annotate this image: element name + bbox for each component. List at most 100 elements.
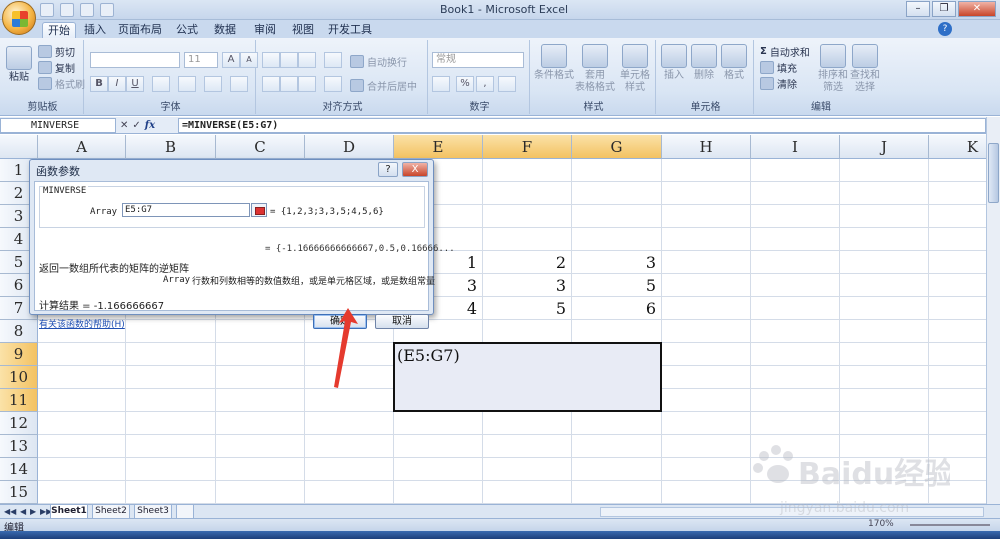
restore-button[interactable]: ❐ [932,1,956,17]
format-painter-button[interactable]: 格式刷 [38,76,85,91]
selected-range[interactable]: (E5:G7) [393,342,662,412]
redo-icon[interactable] [80,3,94,17]
name-box[interactable]: MINVERSE [0,118,116,133]
row-header-12[interactable]: 12 [0,412,38,435]
dialog-help-button[interactable]: ? [378,162,398,177]
font-size-combo[interactable]: 11 [184,52,218,68]
autosum-button[interactable]: Σ 自动求和 [760,44,810,59]
align-middle-icon[interactable] [280,52,298,68]
column-header-h[interactable]: H [662,135,751,159]
tab-formulas[interactable]: 公式 [172,22,202,38]
cell-g6[interactable]: 5 [572,276,656,299]
sort-filter-button[interactable]: 排序和 筛选 [818,44,848,94]
row-header-15[interactable]: 15 [0,481,38,504]
function-help-link[interactable]: 有关该函数的帮助(H) [39,317,125,330]
tab-view[interactable]: 视图 [288,22,318,38]
comma-button[interactable]: , [476,76,494,92]
grow-font-button[interactable]: A [222,52,240,68]
column-header-d[interactable]: D [305,135,394,159]
cell-f6[interactable]: 3 [483,276,566,299]
scroll-thumb[interactable] [988,143,999,203]
number-format-combo[interactable]: 常规 [432,52,524,68]
currency-icon[interactable] [432,76,450,92]
tab-developer[interactable]: 开发工具 [328,22,372,38]
tab-review[interactable]: 审阅 [250,22,280,38]
row-header-14[interactable]: 14 [0,458,38,481]
borders-icon[interactable] [152,76,170,92]
column-header-e[interactable]: E [394,135,483,159]
zoom-slider[interactable] [910,524,990,526]
underline-button[interactable]: U [126,76,144,92]
tab-data[interactable]: 数据 [210,22,240,38]
indent-icon[interactable] [324,76,342,92]
cut-button[interactable]: 剪切 [38,44,75,59]
percent-button[interactable]: % [456,76,474,92]
format-table-button[interactable]: 套用 表格格式 [574,44,616,94]
select-all-corner[interactable] [0,135,38,159]
column-header-j[interactable]: J [840,135,929,159]
orientation-icon[interactable] [324,52,342,68]
column-header-c[interactable]: C [216,135,305,159]
formula-input[interactable]: =MINVERSE(E5:G7) [178,118,986,133]
fill-color-icon[interactable] [178,76,196,92]
align-left-icon[interactable] [262,76,280,92]
office-button[interactable] [2,1,36,35]
find-select-button[interactable]: 查找和 选择 [850,44,880,94]
cell-g5[interactable]: 3 [572,253,656,276]
row-header-11[interactable]: 11 [0,389,38,412]
column-header-a[interactable]: A [38,135,126,159]
tab-home[interactable]: 开始 [42,22,76,38]
vertical-scrollbar[interactable] [986,117,1000,504]
shrink-font-button[interactable]: A [240,52,258,68]
align-right-icon[interactable] [298,76,316,92]
column-header-g[interactable]: G [572,135,662,159]
enter-icon[interactable]: ✓ [132,120,140,131]
insert-sheet-icon[interactable] [176,505,194,519]
row-header-13[interactable]: 13 [0,435,38,458]
tab-insert[interactable]: 插入 [80,22,110,38]
row-header-10[interactable]: 10 [0,366,38,389]
tab-page-layout[interactable]: 页面布局 [115,22,165,38]
cancel-icon[interactable]: ✕ [120,120,128,131]
font-color-icon[interactable] [204,76,222,92]
customize-qat-icon[interactable] [100,3,114,17]
minimize-button[interactable]: – [906,1,930,17]
font-name-combo[interactable] [90,52,180,68]
align-bottom-icon[interactable] [298,52,316,68]
bold-button[interactable]: B [90,76,108,92]
undo-icon[interactable] [60,3,74,17]
decimal-icon[interactable] [498,76,516,92]
row-header-9[interactable]: 9 [0,343,38,366]
wrap-text-button[interactable]: 自动换行 [350,54,407,69]
format-cells-button[interactable]: 格式 [720,44,748,82]
column-header-f[interactable]: F [483,135,572,159]
copy-button[interactable]: 复制 [38,60,75,75]
sheet-tab-2[interactable]: Sheet2 [92,505,130,519]
first-sheet-icon[interactable]: ◀◀ [4,507,16,516]
close-button[interactable]: ✕ [958,1,996,17]
row-header-8[interactable]: 8 [0,320,38,343]
sheet-tab-3[interactable]: Sheet3 [134,505,172,519]
align-center-icon[interactable] [280,76,298,92]
collapse-dialog-button[interactable] [251,203,267,217]
cancel-button[interactable]: 取消 [375,314,429,329]
column-header-b[interactable]: B [126,135,216,159]
insert-cells-button[interactable]: 插入 [660,44,688,82]
prev-sheet-icon[interactable]: ◀ [20,507,26,516]
delete-cells-button[interactable]: 删除 [690,44,718,82]
array-input[interactable]: E5:G7 [122,203,250,217]
italic-button[interactable]: I [108,76,126,92]
conditional-format-button[interactable]: 条件格式 [534,44,574,82]
help-icon[interactable]: ? [938,22,952,36]
insert-function-icon[interactable]: fx [145,120,155,131]
merge-center-button[interactable]: 合并后居中 [350,78,417,93]
cell-g7[interactable]: 6 [572,299,656,322]
paste-button[interactable]: 粘贴 [4,46,34,84]
column-header-i[interactable]: I [751,135,840,159]
save-icon[interactable] [40,3,54,17]
sheet-tab-1[interactable]: Sheet1 [50,505,88,519]
zoom-level[interactable]: 170% [868,519,894,529]
cell-styles-button[interactable]: 单元格 样式 [618,44,652,94]
cell-f5[interactable]: 2 [483,253,566,276]
fill-button[interactable]: 填充 [760,60,797,75]
